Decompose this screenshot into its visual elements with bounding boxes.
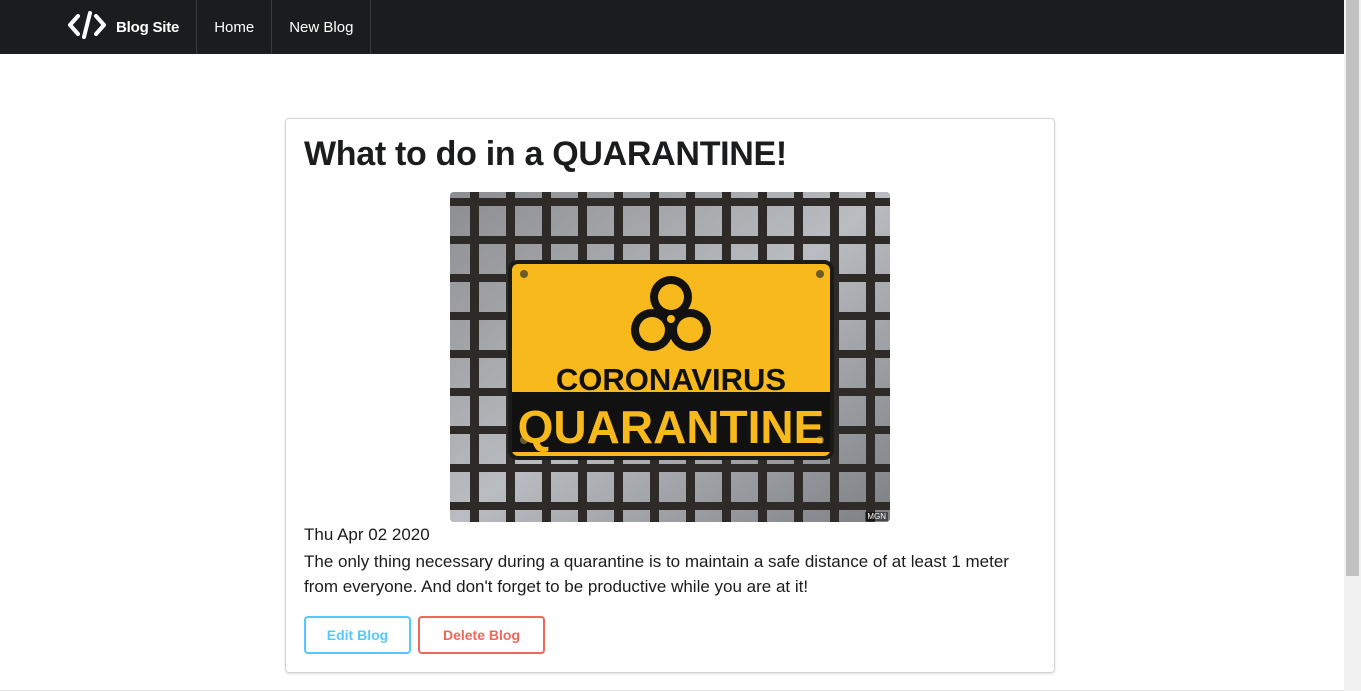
brand-label: Blog Site bbox=[116, 18, 180, 36]
image-watermark: MGN bbox=[865, 512, 888, 521]
nav-item-new-blog[interactable]: New Blog bbox=[272, 0, 372, 54]
vertical-scrollbar[interactable] bbox=[1344, 0, 1361, 691]
edit-blog-button[interactable]: Edit Blog bbox=[304, 616, 411, 654]
nav-item-home[interactable]: Home bbox=[197, 0, 273, 54]
blog-post-card: What to do in a QUARANTINE! CORONAVIRUS … bbox=[285, 118, 1055, 673]
post-image: CORONAVIRUS QUARANTINE MGN bbox=[450, 192, 890, 522]
svg-text:QUARANTINE: QUARANTINE bbox=[518, 401, 825, 453]
scrollbar-thumb[interactable] bbox=[1346, 0, 1359, 576]
svg-text:CORONAVIRUS: CORONAVIRUS bbox=[556, 362, 786, 397]
post-date: Thu Apr 02 2020 bbox=[304, 525, 430, 544]
code-brackets-icon bbox=[67, 10, 116, 45]
post-body: The only thing necessary during a quaran… bbox=[304, 552, 1009, 596]
top-navbar: Blog Site Home New Blog bbox=[0, 0, 1344, 54]
delete-blog-button[interactable]: Delete Blog bbox=[418, 616, 545, 654]
brand-link[interactable]: Blog Site bbox=[0, 0, 198, 54]
post-title: What to do in a QUARANTINE! bbox=[304, 135, 787, 173]
